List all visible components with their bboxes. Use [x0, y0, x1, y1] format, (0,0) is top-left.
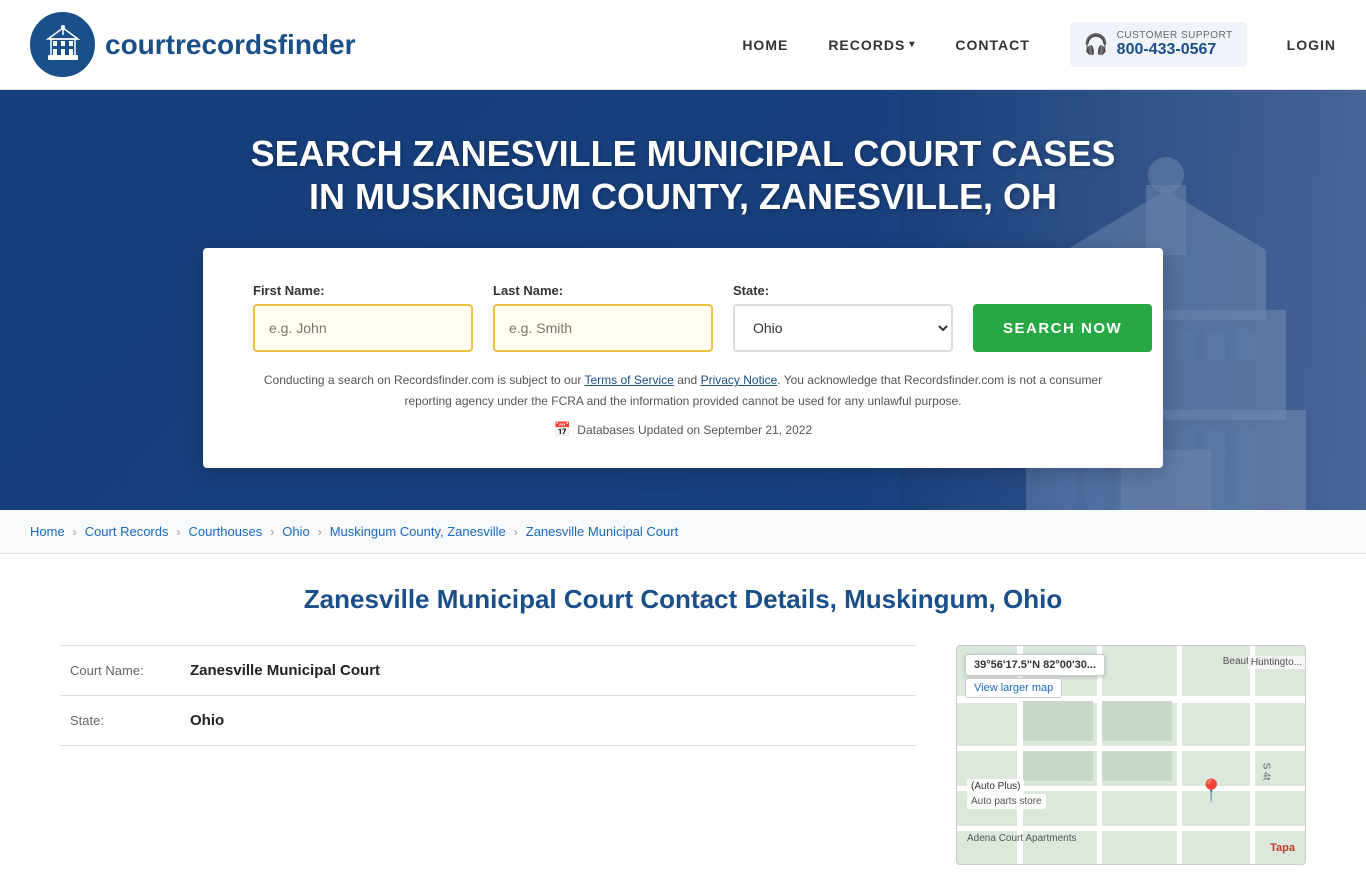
support-box: 🎧 CUSTOMER SUPPORT 800-433-0567: [1070, 22, 1247, 67]
main-content: Zanesville Municipal Court Contact Detai…: [0, 554, 1366, 895]
search-card: First Name: Last Name: State: Ohio Alaba…: [203, 248, 1163, 468]
map-container: Beauty Studio Huntingto... 39°56'17.5"N …: [956, 645, 1306, 865]
breadcrumb-muskingum[interactable]: Muskingum County, Zanesville: [330, 524, 506, 539]
search-button[interactable]: SEARCH NOW: [973, 304, 1152, 352]
breadcrumb-current: Zanesville Municipal Court: [526, 524, 678, 539]
support-number: 800-433-0567: [1117, 41, 1233, 59]
privacy-link[interactable]: Privacy Notice: [701, 373, 778, 387]
first-name-input[interactable]: [253, 304, 473, 352]
state-detail-label: State:: [70, 713, 180, 728]
breadcrumb-sep-1: ›: [73, 525, 77, 539]
last-name-input[interactable]: [493, 304, 713, 352]
content-body: Court Name: Zanesville Municipal Court S…: [60, 645, 1306, 865]
logo-area: courtrecordsfinder: [30, 12, 742, 77]
breadcrumb-sep-3: ›: [270, 525, 274, 539]
details-table: Court Name: Zanesville Municipal Court S…: [60, 645, 916, 865]
hero-title: SEARCH ZANESVILLE MUNICIPAL COURT CASES …: [233, 132, 1133, 218]
map-view-larger[interactable]: View larger map: [965, 678, 1062, 698]
content-title: Zanesville Municipal Court Contact Detai…: [60, 584, 1306, 615]
map-pin-icon: 📍: [1198, 778, 1225, 804]
map-inner: Beauty Studio Huntingto... 39°56'17.5"N …: [957, 646, 1305, 864]
adena-label: Adena Court Apartments: [967, 833, 1077, 844]
court-name-value: Zanesville Municipal Court: [190, 662, 380, 679]
last-name-label: Last Name:: [493, 283, 713, 298]
s4-road-label: S 4t: [1261, 763, 1272, 781]
auto-plus-label: (Auto Plus): [967, 779, 1024, 794]
support-label: CUSTOMER SUPPORT: [1117, 30, 1233, 41]
nav-records[interactable]: RECORDS ▾: [828, 37, 915, 53]
detail-row-state: State: Ohio: [60, 696, 916, 746]
state-group: State: Ohio Alabama Alaska Arizona Calif…: [733, 283, 953, 352]
main-nav: HOME RECORDS ▾ CONTACT 🎧 CUSTOMER SUPPOR…: [742, 22, 1336, 67]
road-v3: [1177, 646, 1182, 864]
state-label: State:: [733, 283, 953, 298]
nav-login[interactable]: LOGIN: [1287, 37, 1336, 53]
last-name-group: Last Name:: [493, 283, 713, 352]
first-name-group: First Name:: [253, 283, 473, 352]
road-v4: [1250, 646, 1255, 864]
search-fields: First Name: Last Name: State: Ohio Alaba…: [253, 283, 1113, 352]
records-chevron-icon: ▾: [909, 39, 915, 50]
court-name-label: Court Name:: [70, 663, 180, 678]
site-header: courtrecordsfinder HOME RECORDS ▾ CONTAC…: [0, 0, 1366, 90]
huntington-label: Huntingto...: [1248, 656, 1305, 669]
nav-home[interactable]: HOME: [742, 37, 788, 53]
state-select[interactable]: Ohio Alabama Alaska Arizona California C…: [733, 304, 953, 352]
breadcrumb-courthouses[interactable]: Courthouses: [189, 524, 263, 539]
headset-icon: 🎧: [1084, 32, 1109, 57]
search-disclaimer: Conducting a search on Recordsfinder.com…: [253, 370, 1113, 411]
auto-parts-label: Auto parts store: [967, 794, 1046, 809]
nav-contact[interactable]: CONTACT: [955, 37, 1029, 53]
breadcrumb-home[interactable]: Home: [30, 524, 65, 539]
breadcrumb-sep-4: ›: [318, 525, 322, 539]
logo-text: courtrecordsfinder: [105, 29, 356, 61]
breadcrumb-sep-5: ›: [514, 525, 518, 539]
tapa-label: Tapa: [1270, 842, 1295, 854]
detail-row-court-name: Court Name: Zanesville Municipal Court: [60, 646, 916, 696]
breadcrumb-court-records[interactable]: Court Records: [85, 524, 169, 539]
breadcrumb: Home › Court Records › Courthouses › Ohi…: [0, 510, 1366, 554]
terms-link[interactable]: Terms of Service: [585, 373, 674, 387]
logo-icon: [30, 12, 95, 77]
hero-section: SEARCH ZANESVILLE MUNICIPAL COURT CASES …: [0, 90, 1366, 510]
db-updated: 📅 Databases Updated on September 21, 202…: [253, 421, 1113, 438]
state-detail-value: Ohio: [190, 712, 224, 729]
calendar-icon: 📅: [554, 421, 571, 438]
first-name-label: First Name:: [253, 283, 473, 298]
breadcrumb-sep-2: ›: [177, 525, 181, 539]
map-coords: 39°56'17.5"N 82°00'30...: [965, 654, 1105, 676]
breadcrumb-ohio[interactable]: Ohio: [282, 524, 309, 539]
